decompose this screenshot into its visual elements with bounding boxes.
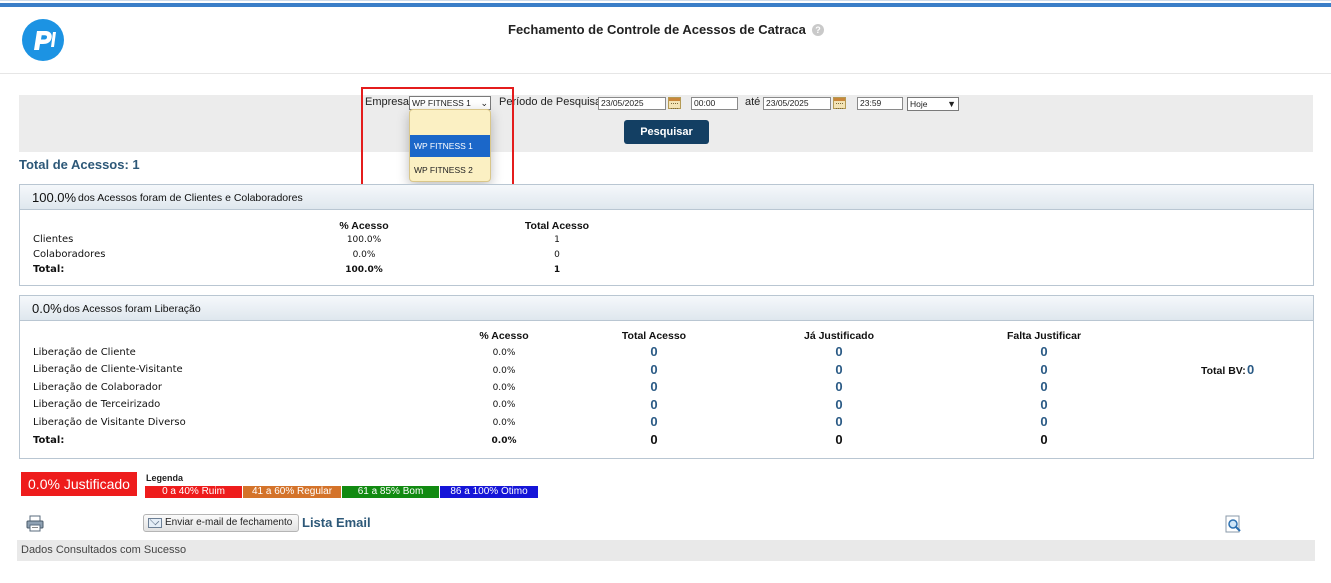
print-icon[interactable] [26, 515, 44, 532]
zoom-icon[interactable] [1224, 515, 1242, 533]
header-divider [0, 73, 1331, 74]
row-falta[interactable]: 0 [1040, 397, 1047, 412]
row-pct: 0.0% [492, 348, 516, 358]
total-row-justificado: 0 [835, 432, 843, 447]
row-justificado[interactable]: 0 [835, 379, 842, 394]
row-pct: 0.0% [492, 418, 516, 428]
row-total: 0 [554, 250, 560, 260]
row-label: Liberação de Visitante Diverso [33, 417, 186, 428]
total-bv-label: Total BV: [1201, 365, 1246, 377]
row-total[interactable]: 0 [650, 379, 657, 394]
justificado-badge: 0.0% Justificado [21, 472, 137, 496]
row-total[interactable]: 0 [650, 344, 657, 359]
end-date-input[interactable]: 23/05/2025 [763, 97, 831, 110]
total-acessos: Total de Acessos: 1 [19, 157, 140, 172]
row-label: Liberação de Colaborador [33, 382, 162, 393]
logo-icon [22, 19, 64, 61]
legend-item-bom: 61 a 85% Bom [342, 486, 439, 498]
row-falta[interactable]: 0 [1040, 344, 1047, 359]
release-section-title: dos Acessos foram Liberação [63, 303, 201, 315]
clients-section-title: dos Acessos foram de Clientes e Colabora… [78, 192, 303, 204]
row-total: 1 [554, 235, 560, 245]
clients-section-header: 100.0% dos Acessos foram de Clientes e C… [20, 185, 1313, 210]
start-date-input[interactable]: 23/05/2025 [598, 97, 666, 110]
search-button[interactable]: Pesquisar [624, 120, 709, 144]
legend-item-otimo: 86 a 100% Ótimo [440, 486, 538, 498]
row-justificado[interactable]: 0 [835, 362, 842, 377]
preset-select-value: Hoje [910, 99, 928, 109]
total-row-pct: 100.0% [345, 265, 383, 275]
row-pct: 0.0% [492, 366, 516, 376]
total-row-falta: 0 [1040, 432, 1048, 447]
row-total[interactable]: 0 [650, 397, 657, 412]
clients-section: 100.0% dos Acessos foram de Clientes e C… [19, 184, 1314, 286]
total-bv-value[interactable]: 0 [1247, 362, 1254, 377]
top-accent-bar [0, 3, 1331, 7]
envelope-icon [148, 518, 162, 528]
row-justificado[interactable]: 0 [835, 344, 842, 359]
highlight-annotation [361, 87, 514, 191]
end-time-input[interactable]: 23:59 [857, 97, 903, 110]
legend-item-regular: 41 a 60% Regular [243, 486, 341, 498]
row-pct: 0.0% [352, 250, 376, 260]
total-row-pct: 0.0% [491, 436, 517, 446]
row-label: Colaboradores [33, 249, 106, 260]
send-email-button[interactable]: Enviar e-mail de fechamento [143, 514, 299, 532]
total-row-total: 0 [650, 432, 658, 447]
row-label: Liberação de Terceirizado [33, 399, 161, 410]
total-row-label: Total: [33, 264, 65, 275]
calendar-icon[interactable] [833, 97, 846, 109]
col-header-total: Total Acesso [621, 330, 687, 342]
release-section-pct: 0.0% [32, 301, 62, 316]
release-section-header: 0.0% dos Acessos foram Liberação [20, 296, 1313, 321]
row-justificado[interactable]: 0 [835, 397, 842, 412]
row-justificado[interactable]: 0 [835, 414, 842, 429]
page-title: Fechamento de Controle de Acessos de Cat… [508, 22, 806, 37]
calendar-icon[interactable] [668, 97, 681, 109]
row-total[interactable]: 0 [650, 362, 657, 377]
chevron-down-icon: ▼ [947, 99, 956, 109]
release-section: 0.0% dos Acessos foram Liberação [19, 295, 1314, 459]
row-falta[interactable]: 0 [1040, 362, 1047, 377]
start-time-input[interactable]: 00:00 [691, 97, 738, 110]
help-icon[interactable]: ? [812, 24, 824, 36]
col-header-total: Total Acesso [524, 220, 590, 232]
top-thin-line [0, 0, 1331, 1]
row-falta[interactable]: 0 [1040, 379, 1047, 394]
legend-item-ruim: 0 a 40% Ruim [145, 486, 242, 498]
total-row-label: Total: [33, 435, 65, 446]
col-header-pct: % Acesso [479, 330, 529, 342]
row-pct: 100.0% [346, 235, 382, 245]
row-pct: 0.0% [492, 383, 516, 393]
legend-title: Legenda [146, 473, 184, 483]
row-label: Liberação de Cliente-Visitante [33, 364, 183, 375]
row-total[interactable]: 0 [650, 414, 657, 429]
total-row-total: 1 [553, 265, 561, 275]
col-header-justificado: Já Justificado [803, 330, 875, 342]
clients-section-pct: 100.0% [32, 190, 77, 205]
row-falta[interactable]: 0 [1040, 414, 1047, 429]
status-bar: Dados Consultados com Sucesso [17, 540, 1315, 561]
row-pct: 0.0% [492, 400, 516, 410]
preset-select[interactable]: Hoje ▼ [907, 97, 959, 111]
send-email-label: Enviar e-mail de fechamento [165, 517, 293, 528]
col-header-pct: % Acesso [339, 220, 389, 232]
row-label: Liberação de Cliente [33, 347, 136, 358]
lista-email-link[interactable]: Lista Email [302, 515, 371, 530]
ate-label: até [745, 96, 761, 108]
col-header-falta: Falta Justificar [1006, 330, 1082, 342]
row-label: Clientes [33, 234, 74, 245]
periodo-label: Período de Pesquisa: [499, 96, 605, 108]
